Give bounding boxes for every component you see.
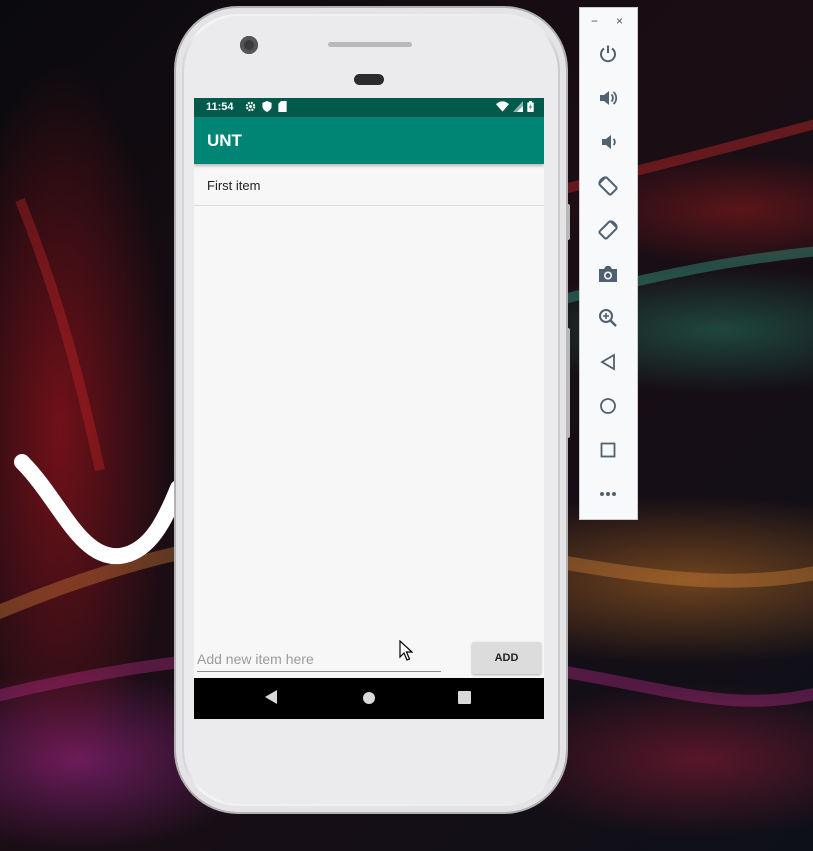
- power-button[interactable]: [596, 42, 620, 66]
- add-item-row: ADD: [194, 638, 544, 678]
- minimize-button[interactable]: −: [591, 12, 598, 30]
- proximity-sensor: [354, 74, 384, 85]
- camera-icon: [599, 266, 617, 282]
- app-bar: UNT: [194, 117, 544, 164]
- volume-up-button[interactable]: [596, 86, 620, 110]
- toolbar-overview-button[interactable]: [596, 438, 620, 462]
- gear-icon: [245, 101, 256, 112]
- list-item-label: First item: [207, 177, 261, 193]
- home-icon[interactable]: [362, 691, 376, 705]
- close-button[interactable]: ×: [616, 12, 623, 30]
- add-button[interactable]: ADD: [472, 642, 541, 674]
- status-bar: 11:54: [194, 98, 544, 117]
- rotate-left-button[interactable]: [596, 174, 620, 198]
- overview-icon: [600, 442, 616, 458]
- list-item[interactable]: First item: [194, 165, 544, 206]
- toolbar-home-button[interactable]: [596, 394, 620, 418]
- rotate-right-button[interactable]: [596, 218, 620, 242]
- earpiece-speaker: [328, 42, 412, 47]
- back-icon[interactable]: [264, 689, 278, 705]
- device-screen: 11:54 UNT First item Add new item here A…: [194, 98, 544, 719]
- back-icon: [600, 353, 615, 371]
- app-title: UNT: [207, 131, 242, 150]
- toolbar-back-button[interactable]: [596, 350, 620, 374]
- shield-icon: [262, 101, 272, 112]
- rotate-right-icon: [598, 220, 618, 240]
- more-button[interactable]: [596, 482, 620, 506]
- status-time: 11:54: [206, 101, 234, 113]
- sd-card-icon: [278, 101, 287, 112]
- power-icon: [600, 45, 616, 63]
- power-side-button: [566, 204, 570, 240]
- toolbar-window-controls: − ×: [580, 12, 637, 30]
- rotate-left-icon: [598, 176, 618, 196]
- zoom-button[interactable]: [596, 306, 620, 330]
- battery-icon: [527, 101, 534, 112]
- volume-side-button: [566, 328, 570, 438]
- zoom-icon: [599, 309, 617, 327]
- volume-down-icon: [602, 135, 616, 149]
- front-camera-icon: [240, 36, 258, 54]
- volume-down-button[interactable]: [596, 130, 620, 154]
- signal-icon: [513, 101, 523, 112]
- mouse-cursor-icon: [399, 640, 413, 661]
- wifi-icon: [496, 101, 509, 112]
- home-icon: [600, 398, 616, 414]
- more-icon: [600, 492, 616, 496]
- navigation-bar: [194, 678, 544, 719]
- item-list[interactable]: First item: [194, 165, 544, 206]
- recents-icon[interactable]: [458, 691, 471, 704]
- emulator-toolbar: − ×: [579, 7, 638, 520]
- screenshot-button[interactable]: [596, 262, 620, 286]
- volume-up-icon: [600, 91, 618, 105]
